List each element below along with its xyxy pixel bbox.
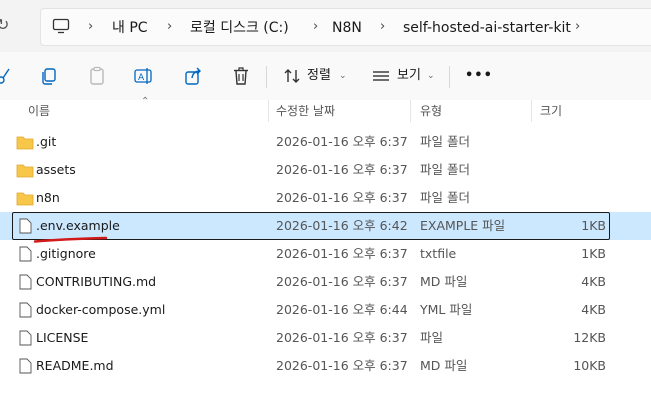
file-date: 2026-01-16 오후 6:37: [276, 162, 408, 177]
file-row[interactable]: .gitignore 2026-01-16 오후 6:37 txtfile 1K…: [0, 240, 651, 268]
column-divider[interactable]: [268, 100, 269, 122]
file-name: .env.example: [36, 218, 120, 233]
file-date: 2026-01-16 오후 6:44: [276, 302, 408, 317]
file-name: .gitignore: [36, 246, 96, 261]
file-name: README.md: [36, 358, 114, 373]
chevron-right-icon[interactable]: ›: [313, 18, 318, 36]
red-underline-annotation: [33, 236, 108, 243]
sort-ascending-icon: ⌃: [141, 96, 150, 107]
file-size: 1KB: [581, 218, 606, 233]
file-date: 2026-01-16 오후 6:37: [276, 330, 408, 345]
file-row[interactable]: n8n 2026-01-16 오후 6:37 파일 폴더: [0, 184, 651, 212]
refresh-icon[interactable]: ↻: [0, 17, 12, 33]
toolbar-divider: [266, 66, 267, 88]
column-header: ⌃ 이름 수정한 날짜 유형 크기: [0, 96, 651, 122]
folder-icon: [16, 164, 34, 178]
file-icon: [19, 274, 32, 290]
paste-icon[interactable]: [88, 66, 106, 86]
more-icon[interactable]: •••: [465, 66, 493, 86]
chevron-down-icon[interactable]: ⌄: [339, 66, 347, 86]
delete-icon[interactable]: [232, 66, 250, 86]
address-bar: ↻ › 내 PC › 로컬 디스크 (C:) › N8N › self-host…: [0, 0, 651, 52]
column-type[interactable]: 유형: [420, 103, 442, 119]
file-size: 4KB: [581, 302, 606, 317]
file-type: 파일: [420, 330, 444, 345]
chevron-right-icon[interactable]: ›: [380, 18, 385, 36]
share-icon[interactable]: [184, 66, 202, 86]
chevron-right-icon[interactable]: ›: [88, 18, 93, 36]
folder-icon: [16, 192, 34, 206]
pc-icon: [52, 18, 70, 34]
file-size: 12KB: [573, 330, 606, 345]
chevron-right-icon[interactable]: ›: [575, 18, 580, 36]
file-date: 2026-01-16 오후 6:37: [276, 358, 408, 373]
file-date: 2026-01-16 오후 6:37: [276, 246, 408, 261]
file-type: txtfile: [420, 246, 457, 261]
file-row[interactable]: LICENSE 2026-01-16 오후 6:37 파일 12KB: [0, 324, 651, 352]
file-size: 1KB: [581, 246, 606, 261]
file-row[interactable]: README.md 2026-01-16 오후 6:37 MD 파일 10KB: [0, 352, 651, 380]
command-bar: A 정렬 ⌄ 보기 ⌄ •••: [0, 52, 651, 100]
breadcrumb-item-pc[interactable]: 내 PC: [112, 19, 148, 37]
view-button[interactable]: 보기: [397, 66, 421, 86]
breadcrumb[interactable]: › 내 PC › 로컬 디스크 (C:) › N8N › self-hosted…: [40, 8, 651, 46]
rename-icon[interactable]: A: [134, 66, 154, 86]
breadcrumb-item-n8n[interactable]: N8N: [332, 19, 362, 37]
file-icon: [19, 218, 32, 234]
file-type: EXAMPLE 파일: [420, 218, 506, 233]
file-size: 10KB: [573, 358, 606, 373]
file-icon: [19, 302, 32, 318]
copy-icon[interactable]: [40, 66, 58, 86]
view-icon: [373, 71, 389, 81]
svg-text:A: A: [138, 73, 145, 83]
column-size[interactable]: 크기: [540, 103, 562, 119]
file-icon: [19, 246, 32, 262]
chevron-right-icon[interactable]: ›: [167, 18, 172, 36]
file-type: MD 파일: [420, 274, 468, 289]
file-name: docker-compose.yml: [36, 302, 166, 317]
file-name: LICENSE: [36, 330, 89, 345]
column-divider[interactable]: [531, 100, 532, 122]
file-type: 파일 폴더: [420, 190, 470, 205]
file-date: 2026-01-16 오후 6:37: [276, 274, 408, 289]
file-date: 2026-01-16 오후 6:42: [276, 218, 408, 233]
file-type: MD 파일: [420, 358, 468, 373]
cut-icon[interactable]: [0, 66, 10, 86]
file-type: 파일 폴더: [420, 162, 470, 177]
file-date: 2026-01-16 오후 6:37: [276, 134, 408, 149]
sort-button[interactable]: 정렬: [307, 66, 331, 86]
file-name: assets: [36, 162, 76, 177]
column-name[interactable]: 이름: [28, 103, 50, 119]
file-row[interactable]: CONTRIBUTING.md 2026-01-16 오후 6:37 MD 파일…: [0, 268, 651, 296]
folder-icon: [16, 136, 34, 150]
file-type: 파일 폴더: [420, 134, 470, 149]
breadcrumb-item-current[interactable]: self-hosted-ai-starter-kit: [403, 19, 571, 37]
toolbar-divider: [449, 66, 450, 88]
file-name: CONTRIBUTING.md: [36, 274, 157, 289]
column-divider[interactable]: [410, 100, 411, 122]
sort-icon: [284, 69, 300, 83]
file-row[interactable]: docker-compose.yml 2026-01-16 오후 6:44 YM…: [0, 296, 651, 324]
file-icon: [19, 358, 32, 374]
breadcrumb-item-drive[interactable]: 로컬 디스크 (C:): [190, 19, 289, 37]
file-date: 2026-01-16 오후 6:37: [276, 190, 408, 205]
file-type: YML 파일: [420, 302, 473, 317]
file-icon: [19, 330, 32, 346]
file-name: .git: [36, 134, 57, 149]
file-name: n8n: [36, 190, 60, 205]
chevron-down-icon[interactable]: ⌄: [427, 66, 435, 86]
file-row[interactable]: .git 2026-01-16 오후 6:37 파일 폴더: [0, 128, 651, 156]
file-size: 4KB: [581, 274, 606, 289]
column-date[interactable]: 수정한 날짜: [276, 103, 335, 119]
file-row[interactable]: assets 2026-01-16 오후 6:37 파일 폴더: [0, 156, 651, 184]
